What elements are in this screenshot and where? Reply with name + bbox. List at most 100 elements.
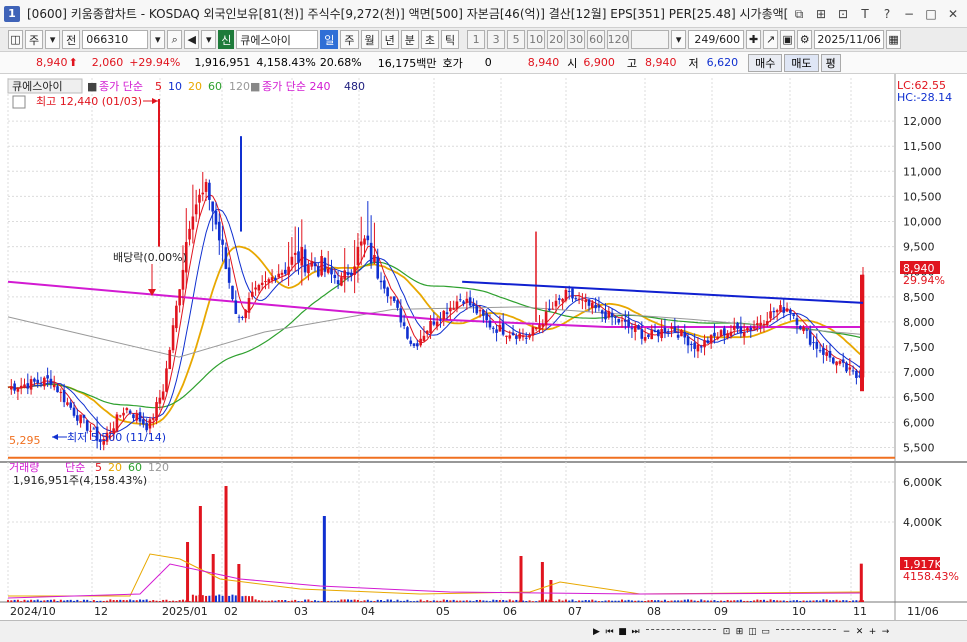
period-tab-second[interactable]: 초 — [420, 30, 439, 49]
candle-body — [557, 298, 561, 300]
save-icon[interactable]: ▣ — [780, 30, 796, 49]
candle-body — [409, 340, 413, 344]
price-tick-label: 8,500 — [903, 291, 935, 304]
chart-canvas[interactable]: 5,5006,0006,5007,0007,5008,0008,5009,000… — [0, 74, 967, 620]
volume-bar — [852, 600, 855, 602]
period-tab-week[interactable]: 주 — [340, 30, 359, 49]
search-icon[interactable]: ⌕ — [167, 30, 183, 49]
zoom-out-icon[interactable]: − — [840, 624, 853, 639]
zoom-right-icon[interactable]: → — [879, 624, 892, 639]
help-icon[interactable]: ? — [879, 6, 895, 22]
collapse-icon[interactable]: ▭ — [759, 624, 772, 639]
interval-1[interactable]: 1 — [467, 30, 486, 49]
candle-body — [330, 268, 333, 275]
stock-code-input[interactable]: 066310 — [82, 30, 149, 49]
period-tab-day[interactable]: 일 — [320, 30, 339, 49]
settings-gear-icon[interactable]: ⚙ — [797, 30, 813, 49]
scroll-right-icon[interactable]: ▶ — [590, 624, 603, 639]
candle-body — [369, 242, 373, 264]
volume-bar — [720, 600, 723, 602]
restore-icon[interactable]: ⧉ — [791, 6, 807, 22]
volume-tick-label: 4,000K — [903, 516, 942, 529]
close-icon[interactable]: ✕ — [945, 6, 961, 22]
avg-button[interactable]: 평 — [820, 53, 841, 72]
date-tick-label: 07 — [568, 605, 582, 618]
options-dropdown-icon[interactable]: ▾ — [201, 30, 217, 49]
split-view-icon[interactable]: ◫ — [746, 624, 759, 639]
candle-body — [604, 311, 607, 320]
date-input[interactable]: 2025/11/06 — [814, 30, 885, 49]
zoom-slider[interactable] — [646, 628, 716, 635]
interval-custom-select[interactable] — [631, 30, 670, 49]
zoom-fit-icon[interactable]: ⊡ — [720, 624, 733, 639]
scroll-slider[interactable] — [776, 628, 836, 635]
text-mode-icon[interactable]: T — [857, 6, 873, 22]
period-tab-month[interactable]: 월 — [360, 30, 379, 49]
stop-icon[interactable]: ■ — [616, 624, 629, 639]
volume-bar — [693, 600, 696, 602]
lock-icon[interactable]: ⊡ — [835, 6, 851, 22]
interval-30[interactable]: 30 — [567, 30, 586, 49]
zoom-reset-icon[interactable]: ✕ — [853, 624, 866, 639]
candle-body — [505, 335, 508, 337]
speaker-icon[interactable]: ◀ — [184, 30, 200, 49]
layout-icon[interactable]: ◫ — [8, 30, 23, 49]
sell-button[interactable]: 매도 — [784, 53, 819, 72]
minimize-icon[interactable]: − — [901, 6, 917, 22]
candle-body — [455, 301, 459, 310]
volume-bar — [92, 600, 95, 602]
zoom-in-icon[interactable]: + — [866, 624, 879, 639]
volume-bar — [809, 600, 812, 602]
candle-body — [168, 349, 172, 370]
code-dropdown-icon[interactable]: ▾ — [150, 30, 166, 49]
interval-120[interactable]: 120 — [607, 30, 630, 49]
candle-body — [663, 327, 667, 334]
candle-body — [660, 329, 663, 339]
chart-grid-toggle-icon[interactable] — [12, 95, 26, 109]
dropdown-icon[interactable]: ▾ — [45, 30, 61, 49]
pct-tag: 29.94% — [903, 274, 945, 287]
zoom-area-icon[interactable]: ⊞ — [733, 624, 746, 639]
interval-60[interactable]: 60 — [587, 30, 606, 49]
indicator-add-icon[interactable]: ✚ — [746, 30, 762, 49]
last-page-icon[interactable]: ⏭ — [629, 624, 642, 639]
volume-bar — [436, 600, 439, 602]
candle-body — [729, 331, 733, 337]
prev-button[interactable]: 전 — [62, 30, 81, 49]
period-unit-select[interactable]: 주 — [25, 30, 44, 49]
interval-20[interactable]: 20 — [547, 30, 566, 49]
volume-bar — [7, 600, 9, 602]
tile-icon[interactable]: ⊞ — [813, 6, 829, 22]
calendar-icon[interactable]: ▦ — [886, 30, 902, 49]
legend-ma-prefix-icon: ■ — [87, 80, 97, 93]
data-count-field[interactable]: 249/600 — [688, 30, 745, 49]
buy-button[interactable]: 매수 — [748, 53, 783, 72]
volume-ma60: 60 — [128, 461, 142, 474]
candle-body — [726, 333, 729, 338]
volume-spike-bar — [237, 564, 241, 602]
volume-spike-bar — [198, 506, 202, 602]
volume-bar — [165, 599, 168, 602]
interval-10[interactable]: 10 — [527, 30, 546, 49]
period-tab-year[interactable]: 년 — [380, 30, 399, 49]
volume-bar — [79, 601, 82, 602]
interval-3[interactable]: 3 — [487, 30, 506, 49]
candle-body — [148, 419, 152, 429]
candle-body — [135, 414, 139, 421]
first-page-icon[interactable]: ⏮ — [603, 624, 616, 639]
candle-body — [696, 344, 700, 352]
candle-body — [855, 370, 858, 378]
volume-bar — [102, 600, 105, 602]
period-tab-minute[interactable]: 분 — [400, 30, 419, 49]
period-tab-tick[interactable]: 틱 — [441, 30, 460, 49]
candle-body — [465, 298, 469, 303]
interval-5[interactable]: 5 — [507, 30, 526, 49]
volume-bar — [690, 599, 693, 602]
maximize-icon[interactable]: □ — [923, 6, 939, 22]
draw-tool-icon[interactable]: ↗ — [763, 30, 779, 49]
volume-bar — [855, 600, 858, 602]
volume-bar — [508, 599, 511, 602]
candle-body — [587, 299, 591, 306]
interval-dropdown-icon[interactable]: ▾ — [671, 30, 687, 49]
volume-bar — [221, 595, 224, 602]
